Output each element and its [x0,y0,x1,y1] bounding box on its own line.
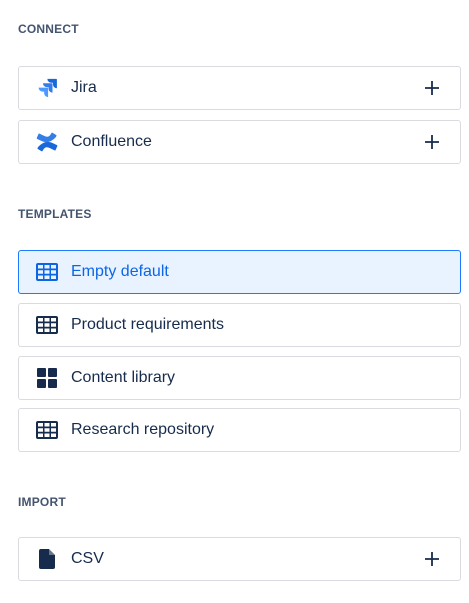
connect-item-label: Confluence [71,133,152,150]
import-item-label: CSV [71,550,104,567]
template-item-content-library[interactable]: Content library [18,356,461,400]
import-heading: IMPORT [18,495,66,509]
template-item-label: Content library [71,369,176,386]
import-item-csv[interactable]: CSV [18,537,461,581]
plus-icon[interactable] [420,547,444,571]
plus-icon[interactable] [420,130,444,154]
connect-item-label: Jira [71,79,97,96]
connect-heading: CONNECT [18,22,79,36]
template-item-empty-default[interactable]: Empty default [18,250,461,294]
table-icon [35,418,59,442]
table-icon [35,313,59,337]
grid-icon [35,366,59,390]
jira-icon [35,76,59,100]
confluence-icon [35,130,59,154]
table-icon [35,260,59,284]
plus-icon[interactable] [420,76,444,100]
template-item-label: Product requirements [71,316,224,333]
template-item-product-requirements[interactable]: Product requirements [18,303,461,347]
template-item-label: Research repository [71,421,215,438]
template-item-label: Empty default [71,263,169,280]
document-icon [35,547,59,571]
templates-heading: TEMPLATES [18,207,92,221]
template-item-research-repository[interactable]: Research repository [18,408,461,452]
connect-item-jira[interactable]: Jira [18,66,461,110]
connect-item-confluence[interactable]: Confluence [18,120,461,164]
